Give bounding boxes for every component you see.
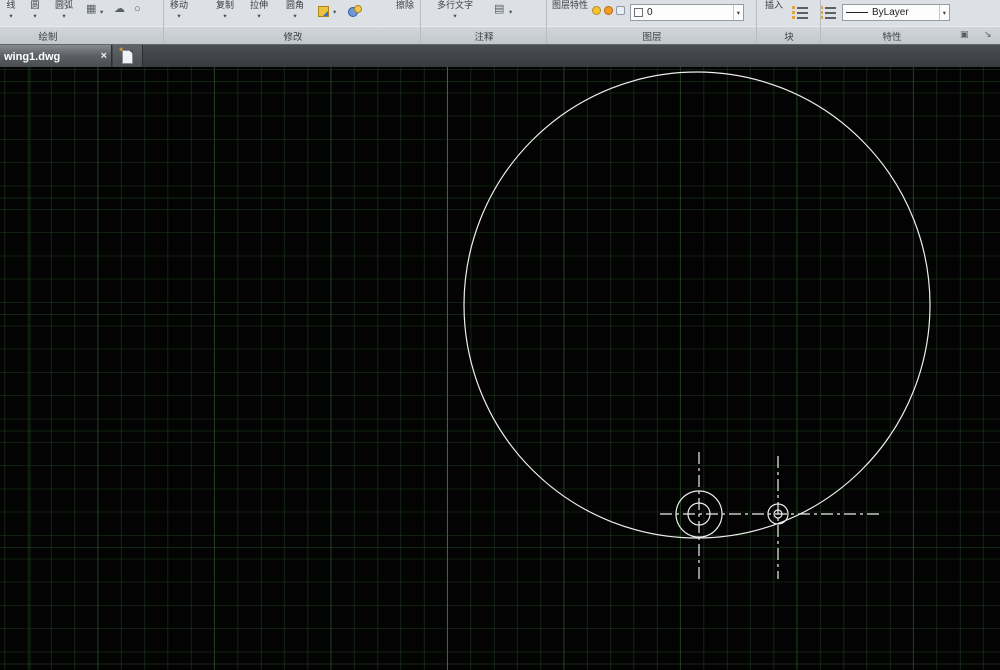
stretch-button[interactable]: 拉伸 ▾ <box>246 0 272 20</box>
layer-on-bulb-icon[interactable] <box>592 6 601 15</box>
autocad-window: 线 ▾ 圆 ▾ 圆弧 ▾ ▦ ▾ ☁ ○ 移动 ▾ 复制 ▾ <box>0 0 1000 670</box>
hatch-icon[interactable]: ▦ <box>86 3 96 16</box>
new-badge-icon: * <box>119 46 123 56</box>
insert-block-button[interactable]: 插入 <box>762 0 786 10</box>
block-attributes-icon[interactable] <box>792 6 808 19</box>
ribbon-panel-names: 绘制 修改 注释 图层 块 特性 ▣ ↘ <box>0 26 1000 44</box>
current-layer-value: 0 <box>647 7 653 18</box>
array-icon[interactable] <box>318 6 329 17</box>
dialog-launcher-icon[interactable]: ↘ <box>984 29 992 40</box>
linetype-value: ByLayer <box>872 7 909 18</box>
insert-block-label: 插入 <box>762 0 786 10</box>
close-icon[interactable]: × <box>101 51 107 62</box>
chevron-down-icon[interactable]: ▾ <box>509 8 512 16</box>
chevron-down-icon[interactable]: ▾ <box>282 13 308 20</box>
move-button[interactable]: 移动 ▾ <box>166 0 192 20</box>
draw-line-button[interactable]: 线 ▾ <box>1 0 21 20</box>
fillet-label: 圆角 <box>282 0 308 10</box>
mtext-label: 多行文字 <box>434 0 476 10</box>
file-tab-drawing1[interactable]: wing1.dwg × <box>0 45 112 68</box>
chevron-down-icon[interactable]: ▾ <box>939 5 946 20</box>
panel-separator <box>420 0 421 44</box>
mtext-button[interactable]: 多行文字 ▾ <box>434 0 476 20</box>
erase-button[interactable]: 擦除 <box>392 0 418 10</box>
layer-lock-icon[interactable] <box>616 6 625 15</box>
revision-cloud-icon[interactable]: ☁ <box>114 3 125 16</box>
linetype-swatch <box>846 12 868 13</box>
new-drawing-icon: * <box>122 50 133 64</box>
layer-properties-button[interactable]: 图层特性 <box>550 0 590 10</box>
scale-icon[interactable] <box>348 5 362 18</box>
panel-separator <box>756 0 757 44</box>
chevron-down-icon[interactable]: ▾ <box>212 13 238 20</box>
chevron-down-icon[interactable]: ▾ <box>246 13 272 20</box>
draw-line-label: 线 <box>1 0 21 10</box>
draw-circle-label: 圆 <box>25 0 45 10</box>
chevron-down-icon[interactable]: ▾ <box>733 5 740 20</box>
ribbon: 线 ▾ 圆 ▾ 圆弧 ▾ ▦ ▾ ☁ ○ 移动 ▾ 复制 ▾ <box>0 0 1000 44</box>
chevron-down-icon[interactable]: ▾ <box>434 13 476 20</box>
panel-name-draw[interactable]: 绘制 <box>0 29 96 43</box>
panel-separator <box>163 0 164 44</box>
panel-name-properties[interactable]: 特性 <box>822 29 962 43</box>
layer-color-swatch <box>634 8 643 17</box>
draw-arc-button[interactable]: 圆弧 ▾ <box>49 0 79 20</box>
draw-arc-label: 圆弧 <box>49 0 79 10</box>
panel-separator <box>820 0 821 44</box>
chevron-down-icon[interactable]: ▾ <box>333 8 336 16</box>
chevron-down-icon[interactable]: ▾ <box>100 8 103 16</box>
panel-name-modify[interactable]: 修改 <box>166 29 420 43</box>
drawing-canvas[interactable] <box>0 67 1000 670</box>
file-tab-bar: wing1.dwg × * <box>0 44 1000 67</box>
file-tab-label: wing1.dwg <box>4 51 60 63</box>
chevron-down-icon[interactable]: ▾ <box>25 13 45 20</box>
chevron-down-icon[interactable]: ▾ <box>166 13 192 20</box>
panel-separator <box>546 0 547 44</box>
chevron-down-icon[interactable]: ▾ <box>1 13 21 20</box>
ribbon-controls: 线 ▾ 圆 ▾ 圆弧 ▾ ▦ ▾ ☁ ○ 移动 ▾ 复制 ▾ <box>0 0 1000 26</box>
fillet-button[interactable]: 圆角 ▾ <box>282 0 308 20</box>
new-drawing-tab[interactable]: * <box>113 45 143 68</box>
properties-list-icon[interactable] <box>820 6 836 19</box>
copy-button[interactable]: 复制 ▾ <box>212 0 238 20</box>
stretch-label: 拉伸 <box>246 0 272 10</box>
layer-properties-label: 图层特性 <box>550 0 590 10</box>
large-circle[interactable] <box>464 72 930 538</box>
erase-label: 擦除 <box>392 0 418 10</box>
chevron-down-icon[interactable]: ▾ <box>49 13 79 20</box>
draw-circle-button[interactable]: 圆 ▾ <box>25 0 45 20</box>
cad-drawing <box>0 67 1000 670</box>
linetype-select[interactable]: ByLayer ▾ <box>842 4 950 21</box>
panel-name-annotate[interactable]: 注释 <box>422 29 546 43</box>
ellipse-icon[interactable]: ○ <box>134 3 141 16</box>
layer-select[interactable]: 0 ▾ <box>630 4 744 21</box>
copy-label: 复制 <box>212 0 238 10</box>
move-label: 移动 <box>166 0 192 10</box>
panel-options-icon[interactable]: ▣ <box>960 29 969 40</box>
layer-freeze-sun-icon[interactable] <box>604 6 613 15</box>
panel-name-layers[interactable]: 图层 <box>548 29 756 43</box>
table-icon[interactable]: ▤ <box>494 3 504 16</box>
panel-name-block[interactable]: 块 <box>758 29 820 43</box>
